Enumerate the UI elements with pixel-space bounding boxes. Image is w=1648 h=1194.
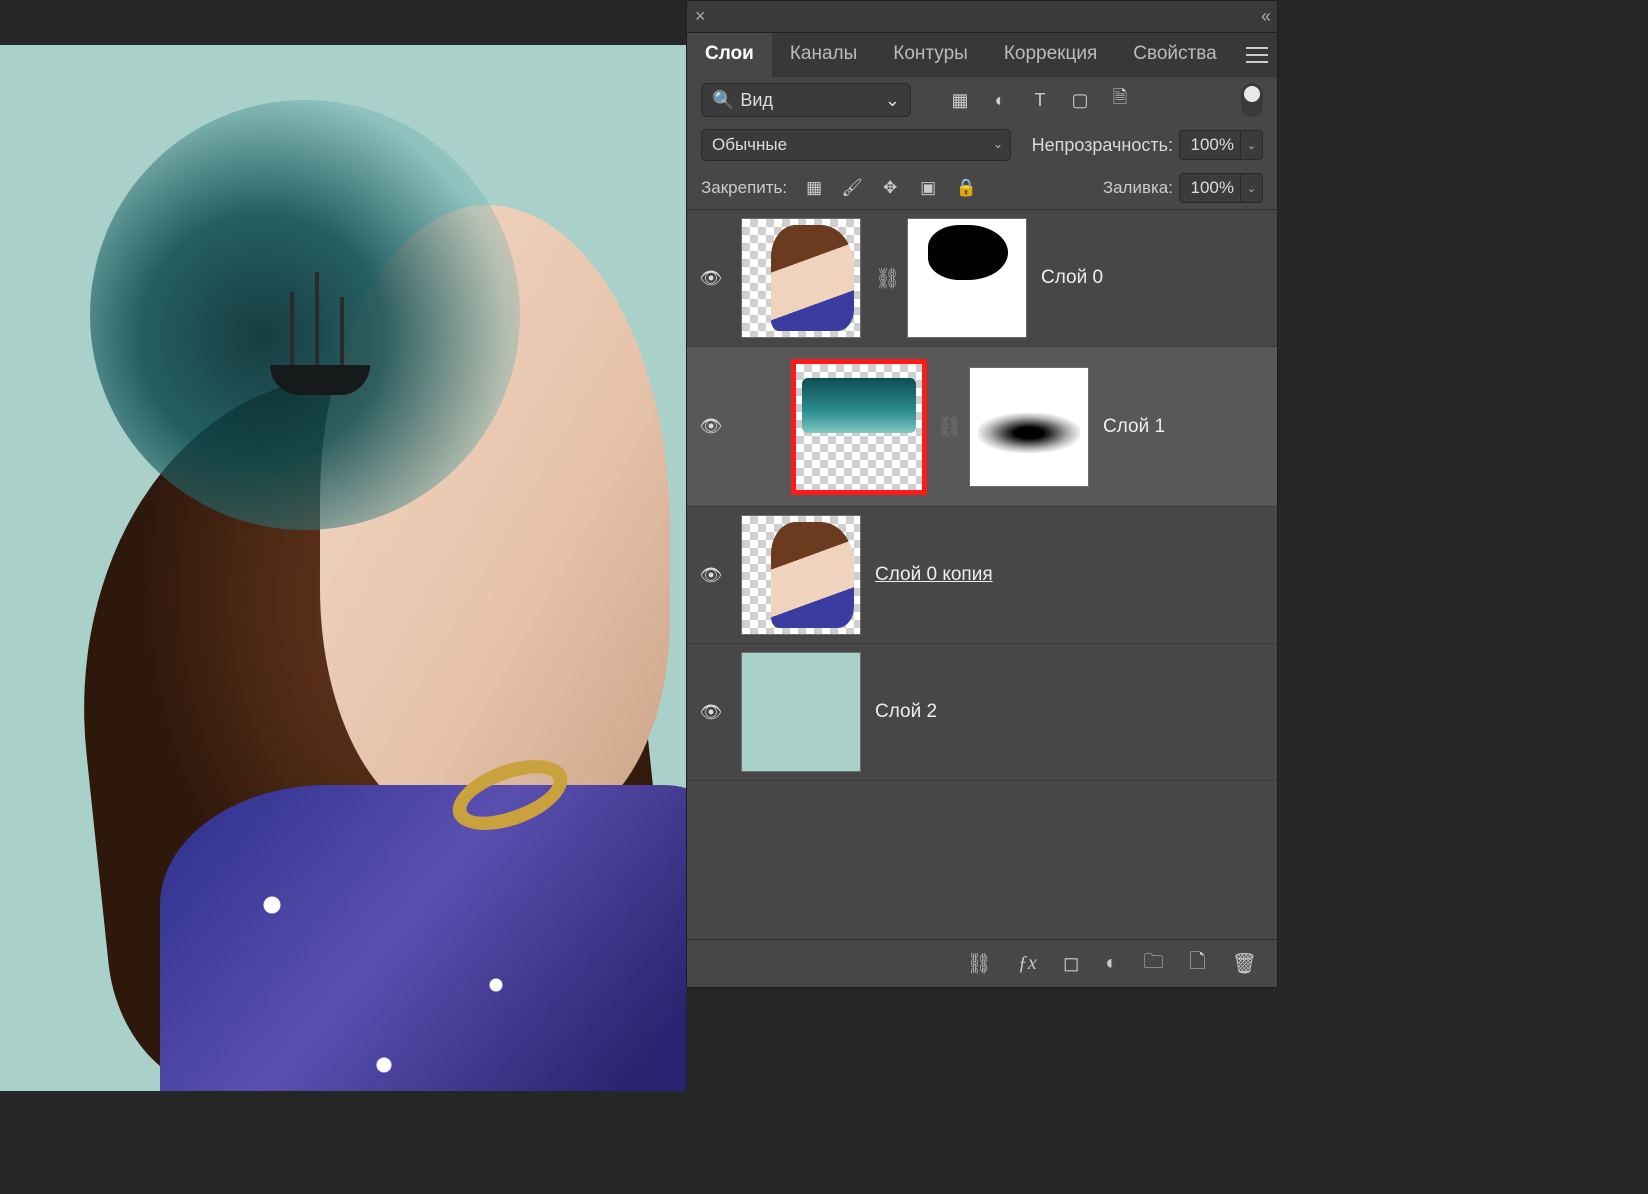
document-canvas[interactable]	[0, 45, 686, 1091]
mask-link-icon[interactable]: ⛓	[937, 414, 955, 439]
lock-move-icon[interactable]: ✥	[879, 178, 901, 198]
tab-properties[interactable]: Свойства	[1115, 33, 1234, 77]
blend-row: Обычные ⌄ Непрозрачность: ⌄	[687, 123, 1277, 167]
layer-thumbnail[interactable]	[741, 652, 861, 772]
search-icon: 🔍	[712, 90, 734, 111]
new-group-icon[interactable]: 🗀	[1144, 947, 1164, 981]
layer-filter-row: 🔍 Вид ⌄ ▦ ◐ T ▢ 🗎	[687, 77, 1277, 123]
layers-list: 👁 ⛓ Слой 0 👁 ⛓	[687, 209, 1277, 939]
fill-label: Заливка:	[1103, 178, 1173, 198]
tab-adjustments[interactable]: Коррекция	[986, 33, 1115, 77]
artwork-dress	[160, 785, 686, 1091]
fill-stepper[interactable]: ⌄	[1241, 173, 1263, 203]
fill-input[interactable]	[1179, 173, 1241, 203]
filter-adjust-icon[interactable]: ◐	[989, 89, 1011, 111]
lock-all-icon[interactable]: 🔒	[955, 178, 977, 198]
layer-mask-thumbnail[interactable]	[969, 367, 1089, 487]
chevron-down-icon: ⌄	[885, 90, 900, 111]
layer-row[interactable]: 👁 ⛓ Слой 0	[687, 210, 1277, 347]
tab-paths[interactable]: Контуры	[875, 33, 986, 77]
layer-name[interactable]: Слой 0	[1041, 267, 1103, 289]
visibility-toggle[interactable]: 👁	[695, 268, 727, 289]
layer-name[interactable]: Слой 2	[875, 701, 937, 723]
add-mask-icon[interactable]: ◻	[1063, 951, 1080, 976]
collapse-panel-icon[interactable]: ‹‹	[1261, 6, 1269, 27]
filter-shape-icon[interactable]: ▢	[1069, 89, 1091, 111]
artwork-ship	[260, 265, 380, 395]
new-layer-icon[interactable]: 🗋	[1190, 947, 1206, 981]
tab-channels[interactable]: Каналы	[772, 33, 875, 77]
layer-name[interactable]: Слой 1	[1103, 416, 1165, 438]
tab-layers[interactable]: Слои	[687, 33, 772, 77]
lock-label: Закрепить:	[701, 178, 787, 198]
layer-fx-icon[interactable]: ƒx	[1018, 952, 1037, 975]
canvas-area[interactable]	[0, 0, 686, 1194]
layers-panel-footer: ⛓ ƒx ◻ ◐ 🗀 🗋 🗑	[687, 939, 1277, 987]
layer-row[interactable]: 👁 ⛓ Слой 1	[687, 347, 1277, 507]
layers-panel: × ‹‹ Слои Каналы Контуры Коррекция Свойс…	[686, 0, 1278, 988]
panel-tabs: Слои Каналы Контуры Коррекция Свойства	[687, 33, 1277, 77]
opacity-input[interactable]	[1179, 130, 1241, 160]
lock-row: Закрепить: ▦ 🖌 ✥ ▣ 🔒 Заливка: ⌄	[687, 167, 1277, 209]
visibility-toggle[interactable]: 👁	[695, 702, 727, 723]
visibility-toggle[interactable]: 👁	[695, 565, 727, 586]
blend-mode-select[interactable]: Обычные ⌄	[701, 129, 1011, 161]
delete-layer-icon[interactable]: 🗑	[1232, 951, 1257, 976]
filter-image-icon[interactable]: ▦	[949, 89, 971, 111]
panel-titlebar: × ‹‹	[687, 1, 1277, 33]
layer-thumbnail[interactable]	[795, 363, 923, 491]
layer-mask-thumbnail[interactable]	[907, 218, 1027, 338]
layer-type-filter[interactable]: 🔍 Вид ⌄	[701, 83, 911, 117]
link-layers-icon[interactable]: ⛓	[967, 951, 992, 976]
adjustment-layer-icon[interactable]: ◐	[1105, 952, 1117, 975]
filter-toggle[interactable]	[1241, 83, 1263, 117]
layer-thumbnail[interactable]	[741, 515, 861, 635]
filter-icons: ▦ ◐ T ▢ 🗎	[949, 89, 1131, 111]
workspace: × ‹‹ Слои Каналы Контуры Коррекция Свойс…	[0, 0, 1648, 1194]
lock-artboard-icon[interactable]: ▣	[917, 178, 939, 198]
layer-row[interactable]: 👁 Слой 0 копия	[687, 507, 1277, 644]
lock-icons: ▦ 🖌 ✥ ▣ 🔒	[803, 178, 977, 198]
layer-row[interactable]: 👁 Слой 2	[687, 644, 1277, 781]
layer-name[interactable]: Слой 0 копия	[875, 564, 993, 586]
opacity-label: Непрозрачность:	[1032, 135, 1173, 156]
opacity-stepper[interactable]: ⌄	[1241, 130, 1263, 160]
layer-type-filter-label: Вид	[740, 90, 773, 111]
filter-smart-icon[interactable]: 🗎	[1109, 89, 1131, 111]
visibility-toggle[interactable]: 👁	[695, 416, 727, 437]
lock-pixels-icon[interactable]: ▦	[803, 178, 825, 198]
filter-text-icon[interactable]: T	[1029, 89, 1051, 111]
lock-brush-icon[interactable]: 🖌	[841, 178, 863, 198]
blend-mode-value: Обычные	[712, 135, 787, 155]
close-panel-icon[interactable]: ×	[695, 6, 706, 27]
layer-thumbnail[interactable]	[741, 218, 861, 338]
mask-link-icon[interactable]: ⛓	[875, 266, 893, 291]
panel-menu-icon[interactable]	[1237, 33, 1277, 77]
